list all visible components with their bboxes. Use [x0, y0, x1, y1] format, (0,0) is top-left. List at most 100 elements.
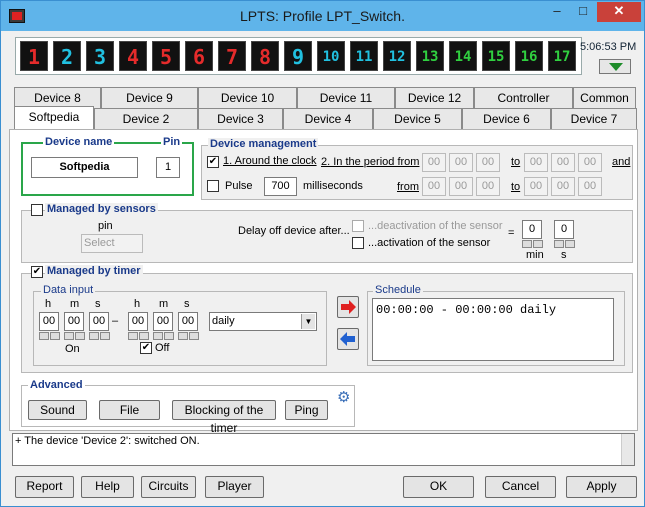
tab-device-7[interactable]: Device 7 [551, 108, 637, 129]
timer-off-h-spinner[interactable] [128, 332, 150, 341]
pin-indicator[interactable]: 3 [86, 41, 114, 71]
tab-device-2[interactable]: Device 2 [94, 108, 198, 129]
log-area[interactable]: + The device 'Device 2': switched ON. [12, 433, 635, 466]
deactivation-checkbox[interactable] [352, 220, 364, 232]
gear-icon[interactable]: ⚙ [337, 388, 350, 406]
tab-common[interactable]: Common [573, 87, 636, 108]
pulse-checkbox[interactable] [207, 180, 219, 192]
activation-checkbox[interactable] [352, 237, 364, 249]
off-checkbox[interactable]: ✔ [140, 342, 152, 354]
period-time-field[interactable]: 00 [578, 177, 602, 196]
pin-indicator[interactable]: 15 [482, 41, 510, 71]
blocking-timer-button[interactable]: Blocking of the timer [172, 400, 276, 435]
delay-sec-field[interactable]: 0 [554, 220, 574, 239]
timer-off-s-spinner[interactable] [178, 332, 200, 341]
period-time-field[interactable]: 00 [524, 153, 548, 172]
sensors-checkbox[interactable] [31, 204, 43, 216]
to-label: to [511, 156, 521, 168]
tab-device-5[interactable]: Device 5 [373, 108, 462, 129]
pin-indicator[interactable]: 7 [218, 41, 246, 71]
pin-indicator[interactable]: 16 [515, 41, 543, 71]
timer-on-m-spinner[interactable] [64, 332, 86, 341]
off-label: Off [155, 342, 170, 354]
timer-off-s-field[interactable]: 00 [178, 312, 198, 331]
timer-off-h-field[interactable]: 00 [128, 312, 148, 331]
delay-min-spinner[interactable] [522, 240, 544, 249]
sensor-pin-select[interactable]: Select [81, 234, 143, 253]
pulse-field[interactable]: 700 [264, 177, 297, 196]
pin-indicator[interactable]: 1 [20, 41, 48, 71]
tab-device-6[interactable]: Device 6 [462, 108, 551, 129]
maximize-button[interactable]: □ [570, 2, 596, 22]
device-name-field[interactable]: Softpedia [31, 157, 138, 178]
period-time-field[interactable]: 00 [578, 153, 602, 172]
remove-schedule-button[interactable] [337, 328, 359, 350]
activation-label: ...activation of the sensor [368, 237, 491, 249]
delay-sec-spinner[interactable] [554, 240, 576, 249]
pin-field[interactable]: 1 [156, 157, 180, 178]
report-button[interactable]: Report [15, 476, 74, 498]
period-time-field[interactable]: 00 [524, 177, 548, 196]
timer-on-h-field[interactable]: 00 [39, 312, 59, 331]
period-time-field[interactable]: 00 [422, 153, 446, 172]
timer-off-m-spinner[interactable] [153, 332, 175, 341]
tab-device-8[interactable]: Device 8 [14, 87, 101, 108]
pin-indicator[interactable]: 14 [449, 41, 477, 71]
circuits-button[interactable]: Circuits [141, 476, 196, 498]
period-time-field[interactable]: 00 [449, 177, 473, 196]
pin-indicator[interactable]: 4 [119, 41, 147, 71]
delay-min-field[interactable]: 0 [522, 220, 542, 239]
pin-indicator[interactable]: 8 [251, 41, 279, 71]
close-button[interactable]: ✕ [597, 2, 641, 22]
timer-off-m-field[interactable]: 00 [153, 312, 173, 331]
tab-device-12[interactable]: Device 12 [395, 87, 474, 108]
cancel-button[interactable]: Cancel [485, 476, 556, 498]
timer-on-m-field[interactable]: 00 [64, 312, 84, 331]
clock-dropdown-button[interactable] [599, 59, 631, 74]
ping-button[interactable]: Ping [285, 400, 328, 420]
pin-indicator[interactable]: 11 [350, 41, 378, 71]
tab-controller[interactable]: Controller [474, 87, 573, 108]
tab-device-11[interactable]: Device 11 [297, 87, 395, 108]
add-schedule-button[interactable] [337, 296, 359, 318]
around-clock-checkbox[interactable]: ✔ [207, 156, 219, 168]
period-label[interactable]: 2. In the period from [321, 156, 419, 168]
period-time-field[interactable]: 00 [476, 177, 500, 196]
help-button[interactable]: Help [81, 476, 134, 498]
period-time-field[interactable]: 00 [422, 177, 446, 196]
timer-on-s-spinner[interactable] [89, 332, 111, 341]
pin-indicator[interactable]: 9 [284, 41, 312, 71]
timer-on-h-spinner[interactable] [39, 332, 61, 341]
period-time-field[interactable]: 00 [476, 153, 500, 172]
ok-button[interactable]: OK [403, 476, 474, 498]
file-button[interactable]: File [99, 400, 160, 420]
period-time-field[interactable]: 00 [551, 153, 575, 172]
period-time-field[interactable]: 00 [449, 153, 473, 172]
apply-button[interactable]: Apply [566, 476, 637, 498]
pin-indicator[interactable]: 6 [185, 41, 213, 71]
pin-indicator[interactable]: 10 [317, 41, 345, 71]
pin-indicator[interactable]: 13 [416, 41, 444, 71]
pin-indicator[interactable]: 2 [53, 41, 81, 71]
log-scrollbar[interactable] [621, 434, 634, 465]
tab-device-9[interactable]: Device 9 [101, 87, 198, 108]
frequency-select[interactable]: daily ▼ [209, 312, 317, 331]
schedule-list[interactable]: 00:00:00 - 00:00:00 daily [372, 298, 614, 361]
sound-button[interactable]: Sound [28, 400, 87, 420]
pin-indicator[interactable]: 17 [548, 41, 576, 71]
timer-checkbox[interactable]: ✔ [31, 266, 43, 278]
schedule-entry[interactable]: 00:00:00 - 00:00:00 daily [376, 301, 610, 319]
player-button[interactable]: Player [205, 476, 264, 498]
pin-indicator[interactable]: 12 [383, 41, 411, 71]
tab-device-4[interactable]: Device 4 [283, 108, 373, 129]
tab-device-3[interactable]: Device 3 [198, 108, 283, 129]
minimize-button[interactable]: – [544, 2, 570, 22]
period-time-field[interactable]: 00 [551, 177, 575, 196]
around-clock-label[interactable]: 1. Around the clock [223, 155, 317, 167]
schedule-title: Schedule [373, 284, 423, 296]
pin-indicator[interactable]: 5 [152, 41, 180, 71]
timer-on-s-field[interactable]: 00 [89, 312, 109, 331]
main-window: LPTS: Profile LPT_Switch. – □ ✕ 12345678… [0, 0, 645, 507]
tab-softpedia[interactable]: Softpedia [14, 106, 94, 129]
tab-device-10[interactable]: Device 10 [198, 87, 297, 108]
